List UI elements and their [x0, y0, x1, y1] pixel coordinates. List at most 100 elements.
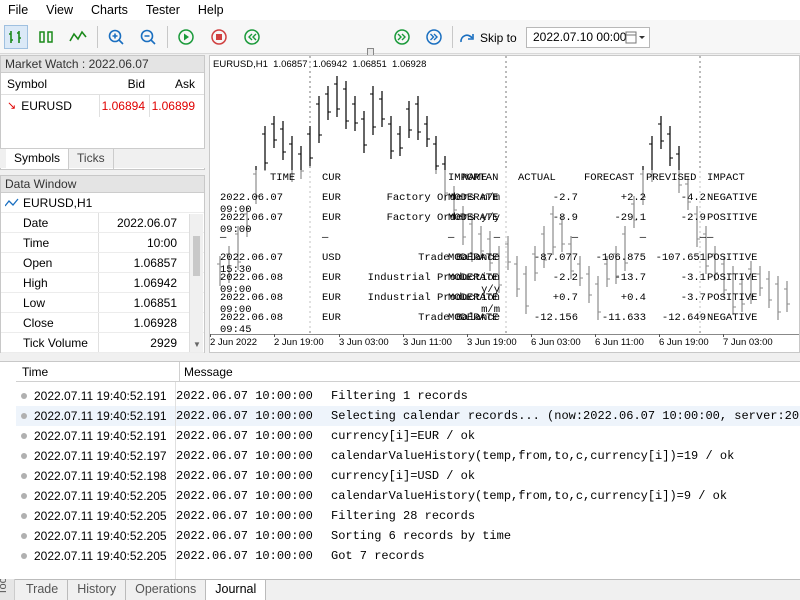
menu-view[interactable]: View	[37, 0, 82, 20]
menu-bar: File View Charts Tester Help	[0, 0, 800, 20]
data-value: 1.06928	[133, 316, 177, 330]
market-watch-row[interactable]: ↘ EURUSD 1.06894 1.06899	[1, 95, 204, 117]
col-symbol[interactable]: Symbol	[1, 73, 99, 94]
skip-to-button[interactable]: Skip to	[458, 27, 517, 49]
step-back-icon[interactable]	[240, 25, 264, 49]
calendar-row: 2022.06.07 09:00 EUR Factory Orders m/m MOD…	[210, 192, 799, 216]
price-chart[interactable]: EURUSD,H1 1.06857 1.06942 1.06851 1.0692…	[209, 55, 800, 353]
data-row: High 1.06942	[1, 273, 204, 293]
calendar-cell: 2022.06.08 09:45	[220, 312, 284, 336]
data-key: Tick Volume	[1, 333, 99, 352]
calendar-header-cell: ACTUAL	[518, 172, 556, 184]
time-tick-label: 2 Jun 19:00	[274, 337, 324, 348]
journal-message: Filtering 28 records	[331, 509, 476, 523]
calendar-cell: -3.7	[680, 292, 706, 304]
stop-icon[interactable]	[207, 25, 231, 49]
time-tick-label: 2 Jun 2022	[210, 337, 258, 348]
journal-header: Time Message	[16, 362, 800, 382]
journal-row[interactable]: 2022.07.11 19:40:52.205 2022.06.07 10:00:…	[16, 546, 800, 566]
line-chart-small-icon	[5, 198, 19, 206]
calendar-cell: +0.4	[620, 292, 646, 304]
calendar-cell: —	[707, 232, 714, 244]
data-window-title: Data Window	[1, 176, 204, 193]
col-message[interactable]: Message	[179, 362, 233, 382]
calendar-row: 2022.06.07 15:30 USD Trade Balance MODERATE…	[210, 252, 799, 276]
calendar-cell: +2.2	[620, 192, 646, 204]
tab-symbols[interactable]: Symbols	[6, 149, 70, 169]
log-dot-icon	[21, 533, 27, 539]
journal-panel: Time Message 2022.07.11 19:40:52.191 2022…	[0, 361, 800, 580]
skip-end-icon[interactable]	[422, 25, 446, 49]
skip-date-value: 2022.07.10 00:00	[533, 30, 627, 44]
zoom-in-icon[interactable]	[104, 25, 128, 49]
tab-operations[interactable]: Operations	[126, 580, 207, 600]
journal-row[interactable]: 2022.07.11 19:40:52.197 2022.06.07 10:00:…	[16, 446, 800, 466]
skip-arrow-icon	[460, 34, 474, 43]
calendar-cell: MODERATE	[448, 272, 499, 284]
time-axis-labels: 2 Jun 2022 2 Jun 19:00 3 Jun 03:00 3 Jun 11…	[210, 334, 799, 352]
journal-row[interactable]: 2022.07.11 19:40:52.205 2022.06.07 10:00:…	[16, 486, 800, 506]
journal-row[interactable]: 2022.07.11 19:40:52.191 2022.06.07 10:00:…	[16, 426, 800, 446]
col-bid[interactable]: Bid	[99, 73, 149, 94]
menu-help[interactable]: Help	[189, 0, 233, 20]
journal-time: 2022.07.11 19:40:52.191	[34, 389, 167, 403]
col-time[interactable]: Time	[22, 362, 48, 382]
toolbox-tabs: Trade History Operations Journal	[15, 579, 800, 600]
data-key: Close	[1, 313, 99, 332]
calendar-cell: —	[322, 232, 329, 244]
calendar-header-cell: PREVISED	[646, 172, 697, 184]
data-value: 2929	[150, 336, 177, 350]
log-dot-icon	[21, 433, 27, 439]
journal-row[interactable]: 2022.07.11 19:40:52.191 2022.06.07 10:00:…	[16, 406, 800, 426]
time-tick-label: 6 Jun 11:00	[595, 337, 644, 348]
calendar-cell: MODERATE	[448, 312, 499, 324]
tab-journal[interactable]: Journal	[206, 580, 267, 600]
tab-history[interactable]: History	[68, 580, 127, 600]
calendar-dropdown-icon[interactable]	[625, 31, 647, 45]
journal-message: Filtering 1 records	[331, 389, 468, 403]
journal-message: calendarValueHistory(temp,from,to,c,curr…	[331, 489, 728, 503]
menu-charts[interactable]: Charts	[82, 0, 137, 20]
skip-date-field[interactable]: 2022.07.10 00:00	[526, 27, 650, 48]
log-dot-icon	[21, 553, 27, 559]
menu-tester[interactable]: Tester	[137, 0, 189, 20]
journal-date: 2022.06.07 10:00:00	[176, 449, 313, 463]
candlestick-icon[interactable]	[34, 25, 58, 49]
calendar-cell: -11.633	[601, 312, 646, 324]
market-watch-header: Symbol Bid Ask	[1, 73, 204, 95]
calendar-cell: POSITIVE	[707, 272, 758, 284]
journal-date: 2022.06.07 10:00:00	[176, 549, 313, 563]
calendar-row: 2022.06.08 09:45 EUR Trade Balance MODERATE…	[210, 312, 799, 336]
col-ask[interactable]: Ask	[149, 73, 199, 94]
line-chart-icon[interactable]	[66, 25, 90, 49]
calendar-header-cell: IMPACT	[707, 172, 745, 184]
calendar-cell: EUR	[322, 272, 341, 284]
journal-date: 2022.06.07 10:00:00	[176, 409, 313, 423]
data-row: Time 10:00	[1, 233, 204, 253]
tab-ticks[interactable]: Ticks	[69, 149, 114, 169]
calendar-header-cell: IMPORTAN	[448, 172, 499, 184]
journal-date: 2022.06.07 10:00:00	[176, 469, 313, 483]
journal-row[interactable]: 2022.07.11 19:40:52.205 2022.06.07 10:00:…	[16, 526, 800, 546]
bar-chart-icon[interactable]	[4, 25, 28, 49]
menu-file[interactable]: File	[0, 0, 37, 20]
journal-date: 2022.06.07 10:00:00	[176, 429, 313, 443]
calendar-cell: —	[448, 232, 455, 244]
calendar-cell: —	[639, 232, 646, 244]
toolbar	[0, 20, 800, 66]
data-key: Open	[1, 253, 99, 272]
journal-row[interactable]: 2022.07.11 19:40:52.198 2022.06.07 10:00:…	[16, 466, 800, 486]
tab-trade[interactable]: Trade	[17, 580, 69, 600]
symbol-name: EURUSD	[21, 99, 72, 113]
data-key: Time	[1, 233, 99, 252]
journal-date: 2022.06.07 10:00:00	[176, 489, 313, 503]
journal-message: Sorting 6 records by time	[331, 529, 512, 543]
zoom-out-icon[interactable]	[136, 25, 160, 49]
play-icon[interactable]	[174, 25, 198, 49]
fast-forward-icon[interactable]	[390, 25, 414, 49]
calendar-cell: EUR	[322, 312, 341, 324]
journal-row[interactable]: 2022.07.11 19:40:52.191 2022.06.07 10:00:…	[16, 386, 800, 406]
journal-row[interactable]: 2022.07.11 19:40:52.205 2022.06.07 10:00:…	[16, 506, 800, 526]
data-window-scrollbar[interactable]: ▼	[189, 214, 203, 352]
data-row: Close 1.06928	[1, 313, 204, 333]
